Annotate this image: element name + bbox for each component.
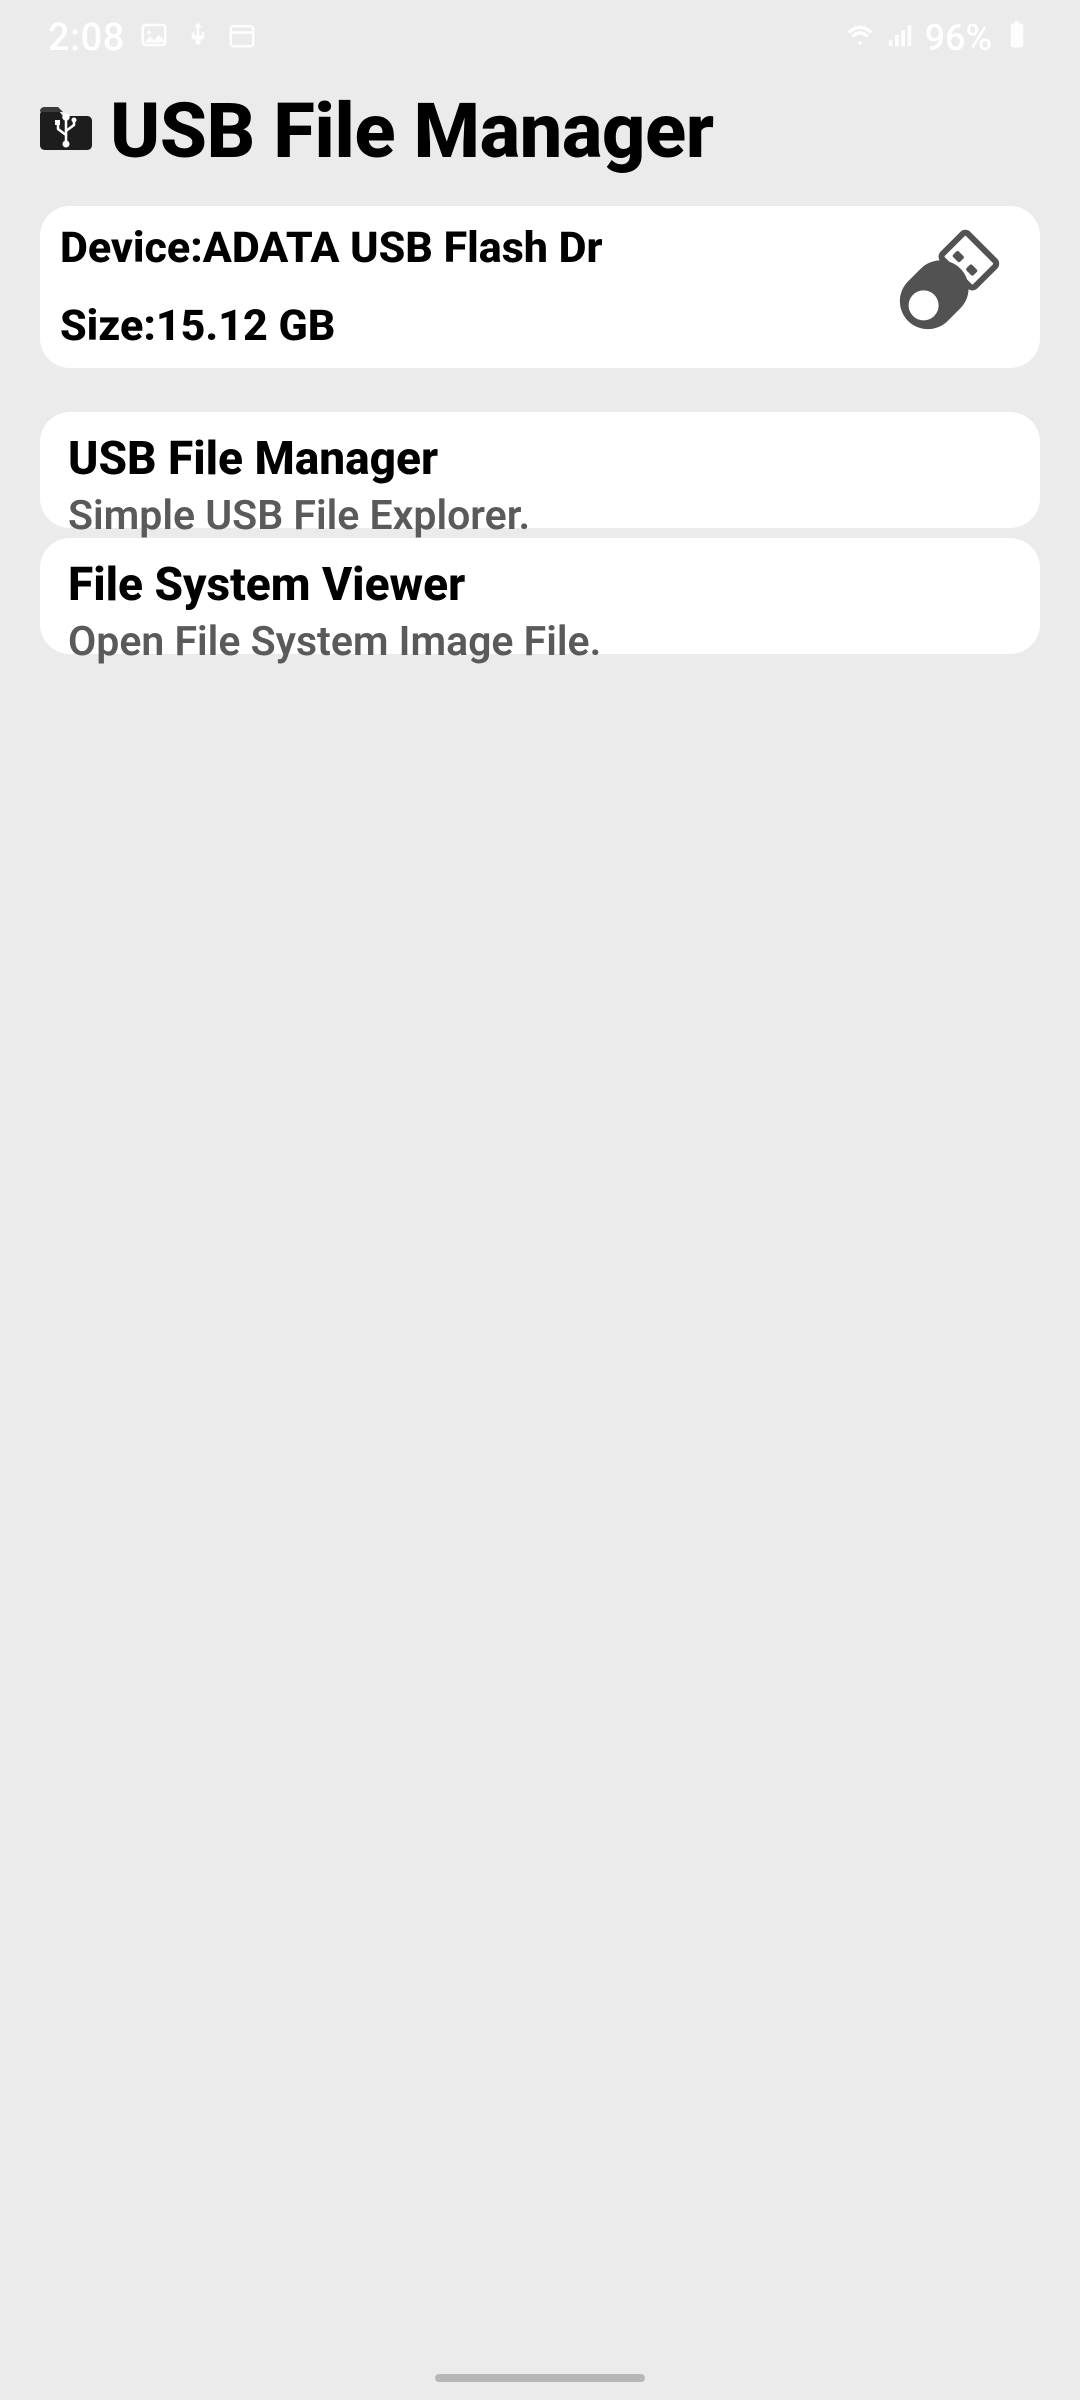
usb-drive-icon xyxy=(872,230,1012,344)
status-bar: 2:08 96% xyxy=(0,0,1080,75)
picture-icon xyxy=(139,17,169,59)
calendar-icon xyxy=(227,17,257,59)
app-header: USB File Manager xyxy=(38,86,1042,176)
option-title: USB File Manager xyxy=(68,432,1012,486)
usb-mini-icon xyxy=(183,17,213,59)
app-title: USB File Manager xyxy=(110,86,714,176)
option-file-system-viewer[interactable]: File System Viewer Open File System Imag… xyxy=(40,538,1040,654)
device-size-line: Size:15.12 GB xyxy=(60,301,603,351)
status-left: 2:08 xyxy=(48,16,257,60)
app-folder-usb-icon xyxy=(38,105,94,157)
wifi-icon xyxy=(845,17,875,59)
size-label: Size: xyxy=(60,301,156,351)
device-card[interactable]: Device:ADATA USB Flash Dr Size:15.12 GB xyxy=(40,206,1040,368)
gesture-nav-bar[interactable] xyxy=(435,2374,645,2382)
battery-percent: 96% xyxy=(925,17,992,59)
option-title: File System Viewer xyxy=(68,558,1012,612)
device-name-line: Device:ADATA USB Flash Dr xyxy=(60,223,603,273)
battery-icon xyxy=(1002,17,1032,59)
status-right: 96% xyxy=(845,17,1032,59)
device-info: Device:ADATA USB Flash Dr Size:15.12 GB xyxy=(60,230,603,344)
size-value: 15.12 GB xyxy=(156,301,336,351)
status-time: 2:08 xyxy=(48,16,125,60)
signal-icon xyxy=(885,17,915,59)
device-label: Device: xyxy=(60,223,203,273)
option-usb-file-manager[interactable]: USB File Manager Simple USB File Explore… xyxy=(40,412,1040,528)
device-name: ADATA USB Flash Dr xyxy=(203,223,603,273)
option-subtitle: Simple USB File Explorer. xyxy=(68,492,1012,540)
option-subtitle: Open File System Image File. xyxy=(68,618,1012,666)
